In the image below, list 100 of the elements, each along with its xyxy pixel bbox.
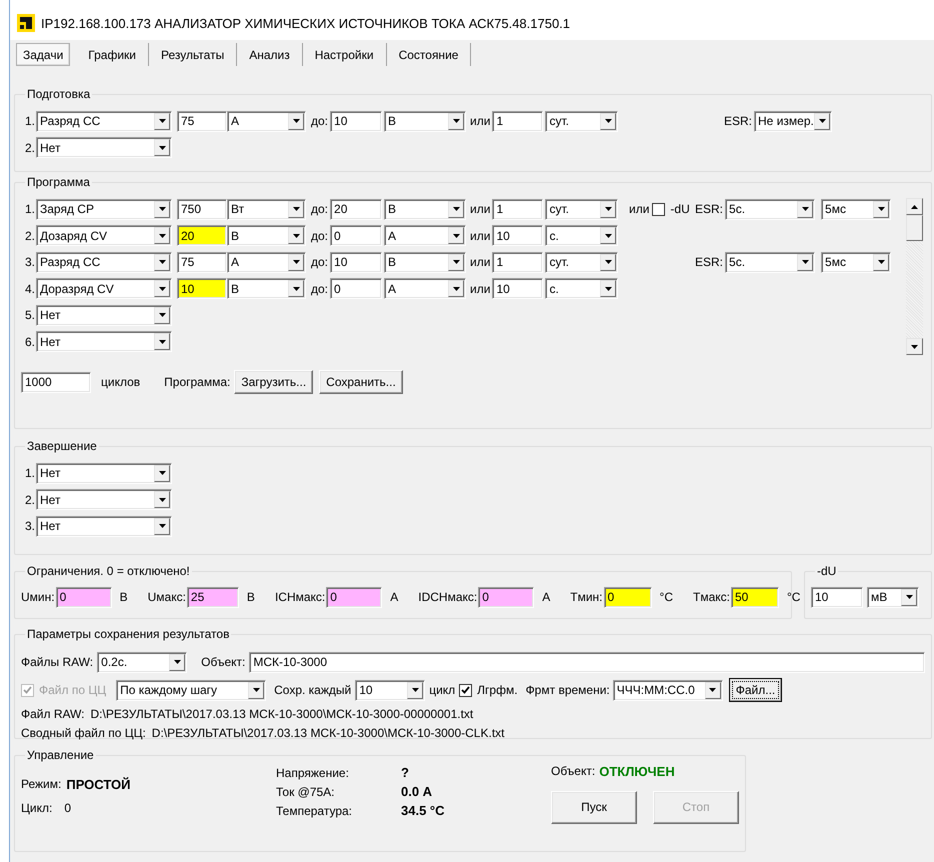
value-field[interactable]: 750 — [177, 198, 227, 220]
unit-dropdown[interactable]: В — [227, 225, 306, 246]
mode-dropdown[interactable]: Нет — [36, 462, 172, 484]
value-field[interactable]: 75 — [177, 110, 227, 132]
limit-label: до: — [311, 282, 328, 296]
time-format-dropdown[interactable]: ЧЧЧ:ММ:СС.0 — [612, 680, 723, 700]
time-field[interactable]: 10 — [492, 225, 544, 246]
limit-label: до: — [311, 228, 328, 243]
unit-dropdown[interactable]: Вт — [227, 198, 306, 220]
limit-label: IDCHмакс: — [418, 590, 478, 604]
cycle-value: 0 — [64, 801, 71, 815]
mode-dropdown[interactable]: Нет — [36, 516, 172, 537]
unit-dropdown[interactable]: сут. — [545, 198, 618, 220]
limit-label: Tмин: — [570, 590, 603, 604]
time-format-label: Фрмт времени: — [526, 683, 610, 697]
reading-label: Ток @75А: — [276, 784, 336, 798]
tab[interactable]: Графики — [76, 43, 149, 66]
file-button[interactable]: Файл... — [728, 678, 782, 702]
limit-field[interactable]: 10 — [330, 110, 382, 132]
or-label: или — [470, 282, 490, 296]
unit-dropdown[interactable]: А — [227, 110, 306, 132]
esr-dropdown[interactable]: Не измер. — [754, 110, 832, 132]
mode-dropdown[interactable]: Разряд СС — [36, 252, 172, 273]
raw-period-dropdown[interactable]: 0.2с. — [97, 652, 188, 672]
scrollbar[interactable] — [906, 198, 923, 355]
value-field[interactable]: 75 — [177, 252, 227, 273]
step-number: 1. — [24, 114, 35, 128]
unit-dropdown[interactable]: мВ — [867, 586, 919, 608]
limit-field[interactable]: 0 — [478, 586, 534, 608]
time-field[interactable]: 1 — [492, 252, 544, 273]
or-label: или — [470, 202, 490, 216]
or-label: или — [470, 114, 490, 128]
unit-dropdown[interactable]: В — [384, 110, 466, 132]
limit-field[interactable]: 0 — [330, 278, 382, 300]
start-button[interactable]: Пуск — [551, 790, 637, 824]
esr-dropdown[interactable]: 5с. — [725, 252, 816, 273]
limit-field[interactable]: 0 — [326, 586, 382, 608]
unit-dropdown[interactable]: сут. — [545, 252, 618, 273]
value-field[interactable]: 20 — [177, 225, 227, 246]
pulse-dropdown[interactable]: 5мс — [821, 252, 892, 273]
unit-dropdown[interactable]: В — [227, 278, 306, 300]
object-label: Объект: — [551, 764, 596, 778]
group-title: Подготовка — [26, 87, 92, 101]
limit-field[interactable]: 50 — [730, 586, 779, 608]
tab[interactable]: Настройки — [302, 43, 387, 66]
unit-dropdown[interactable]: А — [227, 252, 306, 273]
value-field[interactable]: 10 — [177, 278, 227, 300]
esr-dropdown[interactable]: 5с. — [725, 198, 816, 220]
tab[interactable]: Анализ — [237, 43, 303, 66]
cycle-mode-dropdown[interactable]: По каждому шагу — [116, 680, 266, 700]
mode-dropdown[interactable]: Нет — [36, 331, 172, 352]
cycles-field[interactable]: 1000 — [21, 372, 91, 392]
time-field[interactable]: 1 — [492, 110, 544, 132]
time-field[interactable]: 10 — [492, 278, 544, 300]
mode-dropdown[interactable]: Нет — [36, 489, 172, 510]
unit-dropdown[interactable]: А — [384, 225, 466, 246]
pulse-dropdown[interactable]: 5мс — [821, 198, 892, 220]
limit-label: Uмин: — [21, 590, 55, 604]
unit-dropdown[interactable]: сут. — [545, 110, 618, 132]
limit-field[interactable]: 0 — [330, 225, 382, 246]
scroll-down-button[interactable] — [906, 338, 923, 355]
scroll-up-button[interactable] — [906, 198, 923, 215]
save-every-dropdown[interactable]: 10 — [355, 680, 426, 700]
time-field[interactable]: 1 — [492, 198, 544, 220]
unit-dropdown[interactable]: с. — [545, 278, 618, 300]
step-number: 5. — [24, 308, 35, 322]
scrollbar-thumb[interactable] — [906, 215, 923, 241]
mode-dropdown[interactable]: Заряд CP — [36, 198, 172, 220]
object-field[interactable]: МСК-10-3000 — [249, 652, 925, 672]
step-number: 2. — [24, 492, 35, 507]
unit-dropdown[interactable]: А — [384, 278, 466, 300]
tab[interactable]: Состояние — [386, 43, 472, 66]
unit-dropdown[interactable]: В — [384, 252, 466, 273]
reading-label: Температура: — [276, 804, 354, 818]
mode-dropdown[interactable]: Нет — [36, 304, 172, 326]
mode-dropdown[interactable]: Доразряд CV — [36, 278, 172, 300]
checkbox[interactable] — [459, 684, 472, 696]
unit-dropdown[interactable]: В — [384, 198, 466, 220]
limit-field[interactable]: 0 — [56, 586, 112, 608]
path-label: Сводный файл по ЦЦ: — [21, 726, 146, 740]
mode-dropdown[interactable]: Разряд СС — [36, 110, 172, 132]
limit-label: ICHмакс: — [274, 590, 326, 604]
tab[interactable]: Задачи — [16, 43, 70, 66]
down-arrow-icon — [911, 344, 918, 348]
du-field[interactable]: 10 — [811, 586, 863, 608]
limit-field[interactable]: 20 — [330, 198, 382, 220]
group-title: Ограничения. 0 = отключено! — [26, 564, 191, 578]
mode-dropdown[interactable]: Нет — [36, 137, 172, 158]
limit-field[interactable]: 25 — [186, 586, 239, 608]
limit-field[interactable]: 0 — [604, 586, 652, 608]
load-button[interactable]: Загрузить... — [234, 370, 314, 394]
file-path: D:\РЕЗУЛЬТАТЫ\2017.03.13 МСК-10-3000\МСК-10-3000-CLK.txt — [152, 726, 504, 740]
checkbox[interactable] — [652, 202, 666, 216]
save-button[interactable]: Сохранить... — [319, 370, 403, 394]
unit-dropdown[interactable]: с. — [545, 225, 618, 246]
mode-dropdown[interactable]: Дозаряд CV — [36, 225, 172, 246]
step-number: 4. — [24, 282, 35, 296]
tab[interactable]: Результаты — [149, 43, 238, 66]
path-label: Файл RAW: — [21, 706, 85, 720]
limit-field[interactable]: 10 — [330, 252, 382, 273]
